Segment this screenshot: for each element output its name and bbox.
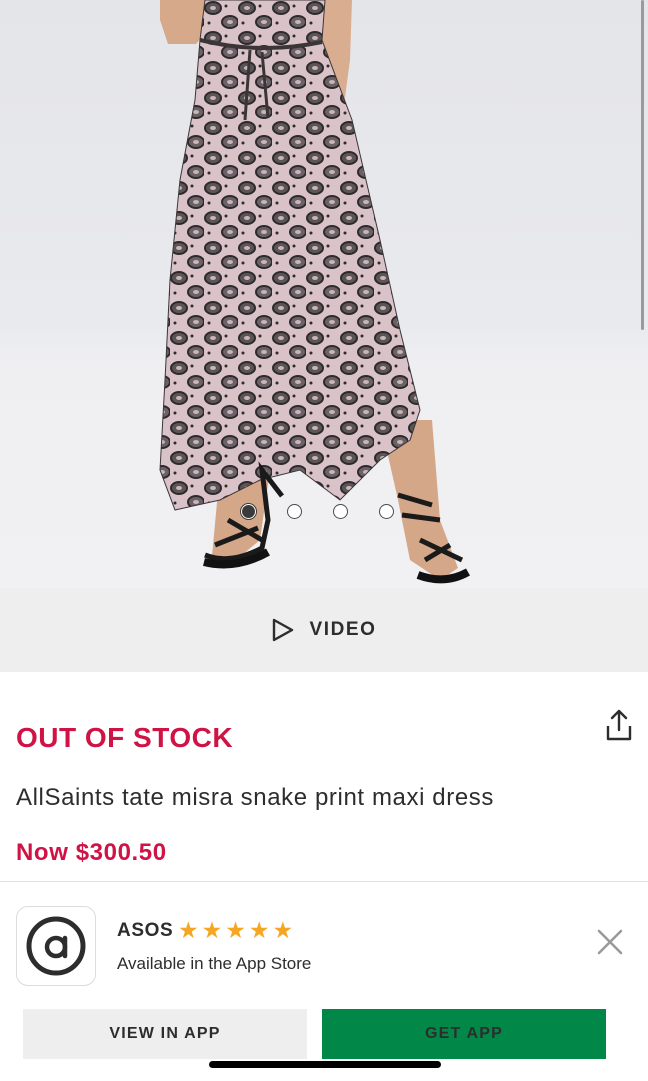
carousel-dot-4[interactable] — [379, 504, 394, 519]
app-subtitle: Available in the App Store — [117, 954, 312, 973]
play-icon — [273, 618, 294, 642]
product-title: AllSaints tate misra snake print maxi dr… — [16, 784, 494, 811]
star-icon: ★ — [225, 917, 246, 943]
share-icon[interactable] — [604, 708, 634, 742]
carousel-dot-1[interactable] — [241, 504, 256, 519]
stock-status: OUT OF STOCK — [16, 722, 234, 753]
scrollbar[interactable] — [641, 0, 644, 330]
rating-stars: ★ ★ ★ ★ ★ — [178, 919, 293, 942]
carousel-dot-3[interactable] — [333, 504, 348, 519]
close-icon[interactable] — [596, 928, 624, 956]
app-name: ASOS — [117, 920, 174, 941]
video-button[interactable]: VIDEO — [0, 588, 648, 672]
asos-logo-icon — [26, 916, 86, 976]
carousel-dots — [241, 504, 394, 519]
carousel-dot-2[interactable] — [287, 504, 302, 519]
product-price: Now $300.50 — [16, 839, 167, 866]
video-label: VIDEO — [309, 619, 377, 640]
asos-app-icon — [16, 906, 96, 986]
star-icon: ★ — [248, 917, 270, 943]
app-banner: ASOS ★ ★ ★ ★ ★ Available in the App Stor… — [0, 881, 648, 1081]
product-image[interactable] — [0, 0, 648, 588]
view-in-app-button[interactable]: VIEW IN APP — [23, 1009, 307, 1059]
get-app-button[interactable]: GET APP — [322, 1009, 606, 1059]
star-icon: ★ — [272, 917, 294, 943]
product-photo-illustration — [159, 0, 470, 584]
star-icon: ★ — [201, 917, 223, 943]
star-icon: ★ — [178, 917, 199, 943]
home-indicator[interactable] — [209, 1061, 441, 1068]
